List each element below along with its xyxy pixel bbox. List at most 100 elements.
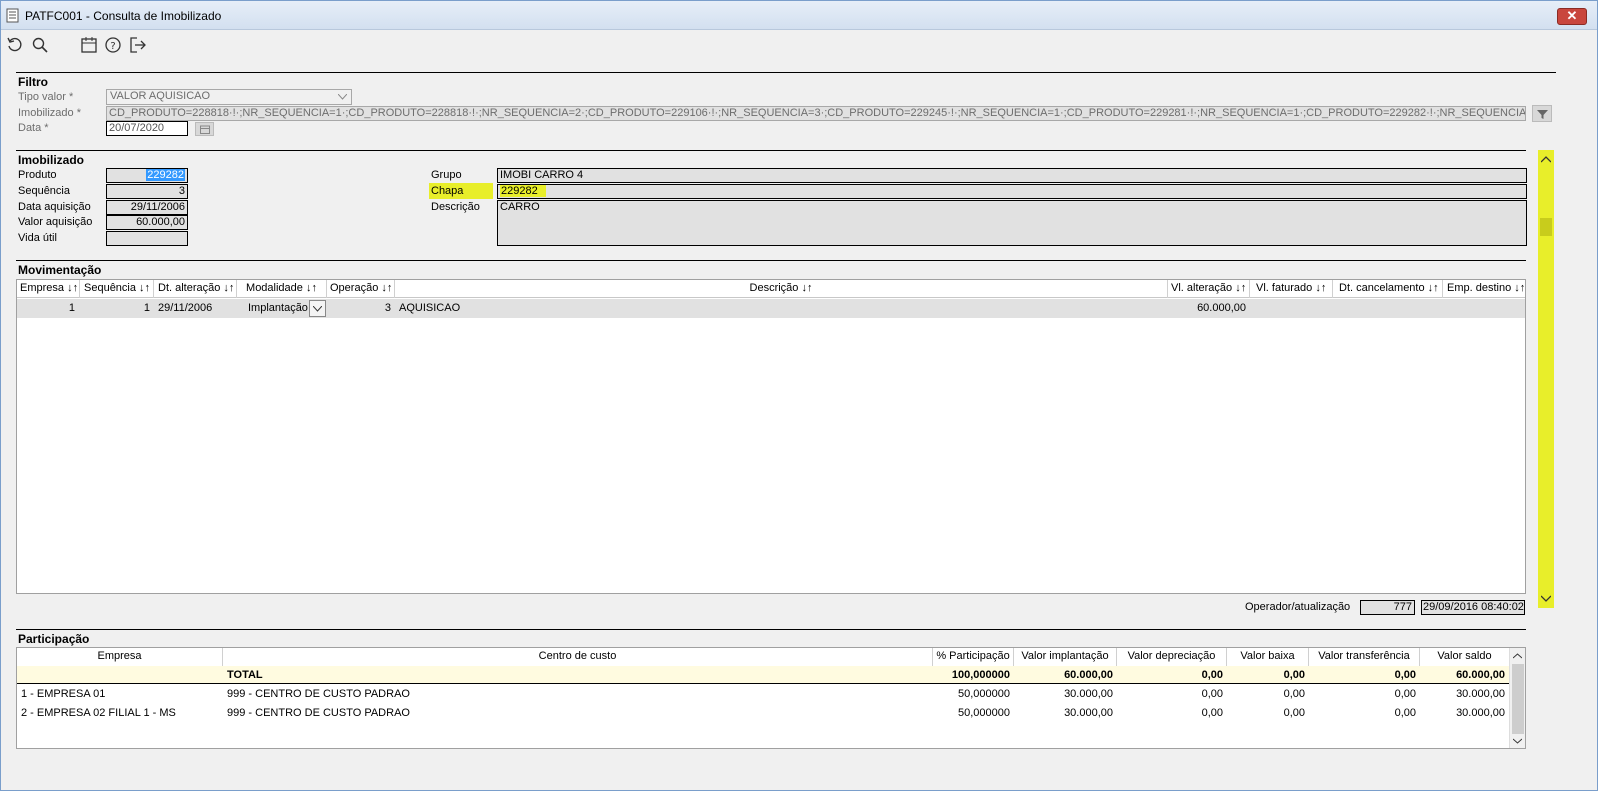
descricao-field[interactable]: CARRO xyxy=(497,200,1527,246)
cell-vl-alteracao: 60.000,00 xyxy=(1197,302,1246,314)
valor-aquisicao-label: Valor aquisição xyxy=(18,216,93,228)
col-valor-saldo[interactable]: Valor saldo xyxy=(1420,648,1509,666)
total-implantacao: 60.000,00 xyxy=(1064,669,1113,681)
cell-implantacao: 30.000,00 xyxy=(1064,688,1113,700)
cell-implantacao: 30.000,00 xyxy=(1064,707,1113,719)
col-valor-transferencia[interactable]: Valor transferência xyxy=(1309,648,1420,666)
chevron-down-icon xyxy=(1513,738,1522,744)
document-icon xyxy=(6,8,19,23)
title-bar: PATFC001 - Consulta de Imobilizado ✕ xyxy=(1,1,1597,30)
movimentacao-grid: Empresa ↓↑ Sequência ↓↑ Dt. alteração ↓↑… xyxy=(16,279,1526,594)
data-field[interactable]: 20/07/2020 xyxy=(106,121,188,136)
chapa-label: Chapa xyxy=(431,185,464,197)
col-emp-destino[interactable]: Emp. destino ↓↑ xyxy=(1443,280,1525,298)
cell-empresa: 1 - EMPRESA 01 xyxy=(21,688,106,700)
col-centro-custo[interactable]: Centro de custo xyxy=(223,648,933,666)
cell-transferencia: 0,00 xyxy=(1394,707,1416,719)
calendar-icon[interactable] xyxy=(80,36,98,54)
refresh-icon[interactable] xyxy=(6,36,24,54)
divider xyxy=(16,150,1526,151)
tipo-valor-select[interactable]: VALOR AQUISICAO xyxy=(106,89,352,105)
filter-button[interactable] xyxy=(1532,105,1552,122)
participacao-scrollbar[interactable] xyxy=(1509,648,1525,748)
cell-transferencia: 0,00 xyxy=(1394,688,1416,700)
data-label: Data * xyxy=(18,122,49,134)
chapa-value: 229282 xyxy=(500,185,546,197)
total-label: TOTAL xyxy=(227,669,263,681)
valor-aquisicao-field[interactable]: 60.000,00 xyxy=(106,215,188,230)
cell-modalidade[interactable]: Implantação xyxy=(248,302,308,314)
operador-datahora: 29/09/2016 08:40:02 xyxy=(1421,600,1525,615)
col-valor-baixa[interactable]: Valor baixa xyxy=(1227,648,1309,666)
cell-centro-custo: 999 - CENTRO DE CUSTO PADRAO xyxy=(227,707,410,719)
chevron-up-icon xyxy=(1513,653,1522,659)
produto-label: Produto xyxy=(18,169,57,181)
scrollbar-thumb[interactable] xyxy=(1540,218,1552,236)
operador-codigo: 777 xyxy=(1360,600,1415,615)
table-row[interactable]: 2 - EMPRESA 02 FILIAL 1 - MS 999 - CENTR… xyxy=(17,704,1509,723)
col-vl-alteracao[interactable]: Vl. alteração ↓↑ xyxy=(1168,280,1250,298)
cell-operacao: 3 xyxy=(384,302,391,314)
search-icon[interactable] xyxy=(31,36,49,54)
total-depreciacao: 0,00 xyxy=(1201,669,1223,681)
divider xyxy=(16,260,1526,261)
col-dt-cancelamento[interactable]: Dt. cancelamento ↓↑ xyxy=(1333,280,1443,298)
sequencia-field[interactable]: 3 xyxy=(106,184,188,199)
modalidade-dropdown[interactable] xyxy=(309,300,326,317)
filtro-title: Filtro xyxy=(18,75,48,89)
sequencia-label: Sequência xyxy=(18,185,70,197)
cell-sequencia: 1 xyxy=(143,302,150,314)
chevron-down-icon xyxy=(313,306,322,312)
vida-util-label: Vida útil xyxy=(18,232,57,244)
imobilizado-field[interactable]: CD_PRODUTO=228818·!·;NR_SEQUENCIA=1·;CD_… xyxy=(106,106,1526,121)
divider xyxy=(16,72,1556,73)
tipo-valor-label: Tipo valor * xyxy=(18,91,74,103)
col-dt-alteracao[interactable]: Dt. alteração ↓↑ xyxy=(154,280,237,298)
col-vl-faturado[interactable]: Vl. faturado ↓↑ xyxy=(1250,280,1333,298)
cell-participacao: 50,000000 xyxy=(958,688,1010,700)
chapa-field[interactable]: 229282 xyxy=(497,184,1527,199)
grupo-field[interactable]: IMOBI CARRO 4 xyxy=(497,168,1527,183)
help-icon[interactable]: ? xyxy=(104,36,122,54)
grupo-label: Grupo xyxy=(431,169,462,181)
date-picker-button[interactable] xyxy=(195,122,214,136)
col-participacao[interactable]: % Participação xyxy=(933,648,1014,666)
col-empresa[interactable]: Empresa xyxy=(17,648,223,666)
window-title: PATFC001 - Consulta de Imobilizado xyxy=(25,9,222,23)
total-saldo: 60.000,00 xyxy=(1456,669,1505,681)
data-aquisicao-field[interactable]: 29/11/2006 xyxy=(106,200,188,215)
form-scrollbar[interactable] xyxy=(1538,150,1554,608)
total-row: TOTAL 100,000000 60.000,00 0,00 0,00 0,0… xyxy=(17,666,1509,684)
col-modalidade[interactable]: Modalidade ↓↑ xyxy=(237,280,327,298)
close-button[interactable]: ✕ xyxy=(1557,8,1587,25)
calendar-icon xyxy=(200,125,210,134)
chevron-down-icon xyxy=(1541,595,1551,602)
chevron-up-icon xyxy=(1541,156,1551,163)
col-empresa[interactable]: Empresa ↓↑ xyxy=(17,280,80,298)
imobilizado-label: Imobilizado * xyxy=(18,107,81,119)
exit-icon[interactable] xyxy=(129,36,147,54)
cell-descricao: AQUISICAO xyxy=(399,302,461,314)
descricao-label: Descrição xyxy=(431,201,480,213)
total-transferencia: 0,00 xyxy=(1394,669,1416,681)
col-valor-implantacao[interactable]: Valor implantação xyxy=(1014,648,1117,666)
scrollbar-thumb[interactable] xyxy=(1512,664,1524,734)
imobilizado-title: Imobilizado xyxy=(18,153,84,167)
col-operacao[interactable]: Operação ↓↑ xyxy=(327,280,395,298)
table-row[interactable]: 1 1 29/11/2006 Implantação 3 AQUISICAO 6… xyxy=(17,299,1525,318)
cell-baixa: 0,00 xyxy=(1283,707,1305,719)
cell-empresa: 1 xyxy=(68,302,75,314)
col-sequencia[interactable]: Sequência ↓↑ xyxy=(80,280,154,298)
vida-util-field[interactable] xyxy=(106,231,188,246)
col-valor-depreciacao[interactable]: Valor depreciação xyxy=(1117,648,1227,666)
total-participacao: 100,000000 xyxy=(951,669,1010,681)
col-descricao[interactable]: Descrição ↓↑ xyxy=(395,280,1168,298)
svg-text:?: ? xyxy=(110,41,115,52)
participacao-grid: Empresa Centro de custo % Participação V… xyxy=(16,647,1526,749)
table-row[interactable]: 1 - EMPRESA 01 999 - CENTRO DE CUSTO PAD… xyxy=(17,685,1509,704)
divider xyxy=(16,629,1526,630)
produto-field[interactable]: 229282 xyxy=(106,168,188,183)
cell-depreciacao: 0,00 xyxy=(1201,688,1223,700)
cell-dt-alteracao: 29/11/2006 xyxy=(158,302,213,314)
movimentacao-title: Movimentação xyxy=(18,263,102,277)
